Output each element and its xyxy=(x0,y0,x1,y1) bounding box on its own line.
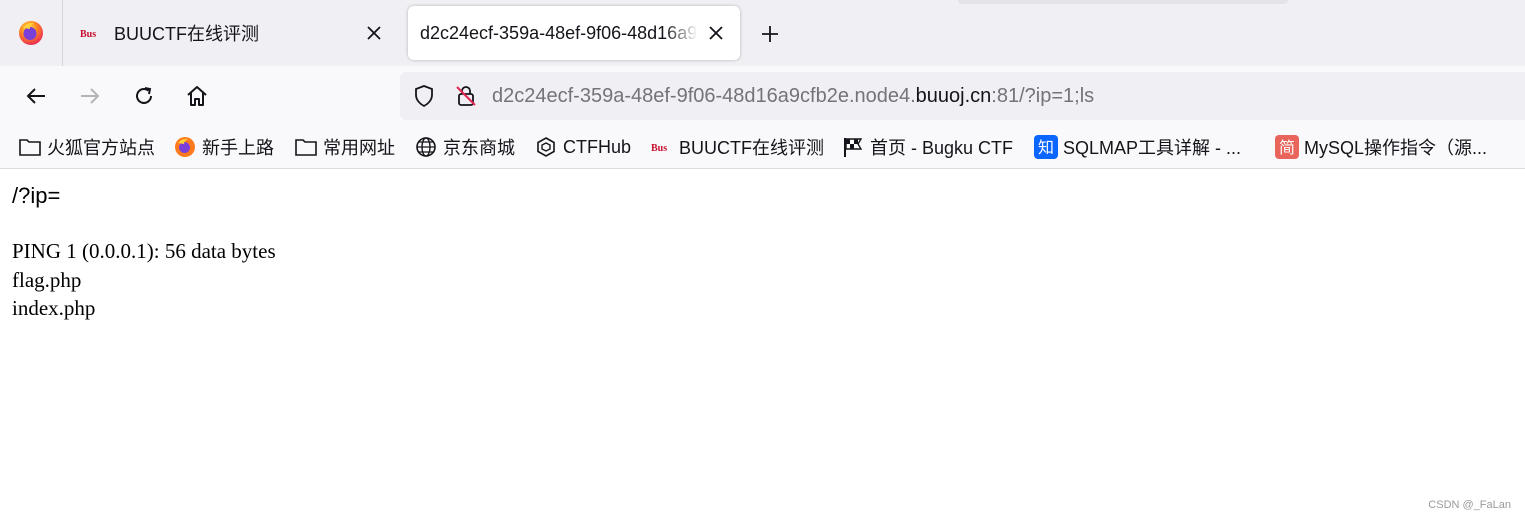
globe-icon xyxy=(414,135,438,159)
close-tab-icon[interactable] xyxy=(704,21,728,45)
page-content: /?ip= PING 1 (0.0.0.1): 56 data bytes fl… xyxy=(0,169,1525,519)
bookmark-label: BUUCTF在线评测 xyxy=(679,138,824,158)
insecure-lock-icon[interactable] xyxy=(454,84,478,108)
buuctf-logo-icon: Bus xyxy=(650,135,674,159)
bookmark-folder-firefox[interactable]: 火狐官方站点 xyxy=(18,134,155,160)
bookmark-getting-started[interactable]: 新手上路 xyxy=(173,134,274,160)
url-bar[interactable]: d2c24ecf-359a-48ef-9f06-48d16a9cfb2e.nod… xyxy=(400,72,1525,120)
firefox-icon xyxy=(173,135,197,159)
tab-strip: Bus BUUCTF在线评测 d2c24ecf-359a-48ef-9f06-4… xyxy=(0,0,1525,66)
bookmark-bugku[interactable]: 首页 - Bugku CTF xyxy=(841,134,1013,160)
forward-button[interactable] xyxy=(72,78,108,114)
bookmark-label: MySQL操作指令（源... xyxy=(1304,138,1488,158)
watermark: CSDN @_FaLan xyxy=(1428,499,1511,511)
output-line: index.php xyxy=(12,296,96,320)
close-tab-icon[interactable] xyxy=(362,21,386,45)
bookmark-label: 首页 - Bugku CTF xyxy=(870,138,1014,158)
arrow-right-icon xyxy=(81,88,100,104)
home-button[interactable] xyxy=(179,78,215,114)
output-line: PING 1 (0.0.0.1): 56 data bytes xyxy=(12,239,276,263)
bookmark-zhihu-sqlmap[interactable]: 知 SQLMAP工具详解 - ... xyxy=(1034,134,1241,160)
bookmark-jd[interactable]: 京东商城 xyxy=(414,134,515,160)
svg-text:简: 简 xyxy=(1279,138,1295,157)
bookmark-label: 京东商城 xyxy=(443,138,515,158)
bookmark-label: 新手上路 xyxy=(202,138,274,158)
command-output: PING 1 (0.0.0.1): 56 data bytes flag.php… xyxy=(12,237,276,323)
navigation-toolbar: d2c24ecf-359a-48ef-9f06-48d16a9cfb2e.nod… xyxy=(0,66,1525,126)
back-button[interactable] xyxy=(18,78,54,114)
arrow-left-icon xyxy=(26,88,45,104)
firefox-logo-icon xyxy=(19,21,43,45)
bookmark-buuctf[interactable]: Bus BUUCTF在线评测 xyxy=(650,134,824,160)
tab-buuctf[interactable]: Bus BUUCTF在线评测 xyxy=(66,6,398,60)
bookmark-label: 常用网址 xyxy=(323,138,395,158)
bookmark-folder-common[interactable]: 常用网址 xyxy=(294,134,395,160)
zhihu-icon: 知 xyxy=(1034,135,1058,159)
reload-button[interactable] xyxy=(126,78,162,114)
svg-text:Bus: Bus xyxy=(651,143,667,154)
tab-current-page[interactable]: d2c24ecf-359a-48ef-9f06-48d16a9cfb2e.nod… xyxy=(408,6,740,60)
page-heading: /?ip= xyxy=(12,183,61,208)
svg-text:Bus: Bus xyxy=(80,29,96,40)
url-text[interactable]: d2c24ecf-359a-48ef-9f06-48d16a9cfb2e.nod… xyxy=(492,85,1094,108)
tab-strip-shadow xyxy=(958,0,1288,4)
bookmarks-toolbar: 火狐官方站点 新手上路 常用网址 京东商城 CTFHub Bus BUUCTF在… xyxy=(0,126,1525,169)
new-tab-button[interactable] xyxy=(752,16,788,52)
flag-icon xyxy=(841,135,865,159)
jianshu-icon: 简 xyxy=(1275,135,1299,159)
svg-text:知: 知 xyxy=(1038,138,1054,157)
bookmark-ctfhub[interactable]: CTFHub xyxy=(534,134,631,160)
buuctf-logo-icon: Bus xyxy=(78,22,104,44)
home-icon xyxy=(187,86,207,106)
plus-icon xyxy=(762,26,778,42)
ctfhub-icon xyxy=(534,135,558,159)
bookmark-label: SQLMAP工具详解 - ... xyxy=(1063,138,1242,158)
firefox-view-button[interactable] xyxy=(0,0,62,66)
folder-icon xyxy=(18,135,42,159)
bookmark-label: 火狐官方站点 xyxy=(47,138,155,158)
tab-separator xyxy=(62,0,63,66)
output-line: flag.php xyxy=(12,267,82,292)
reload-icon xyxy=(136,87,152,104)
bookmark-label: CTFHub xyxy=(563,136,632,157)
tab-title: d2c24ecf-359a-48ef-9f06-48d16a9cfb2e.nod… xyxy=(420,22,698,43)
shield-icon[interactable] xyxy=(412,84,436,108)
tab-title: BUUCTF在线评测 xyxy=(114,24,259,44)
bookmark-jianshu-mysql[interactable]: 简 MySQL操作指令（源... xyxy=(1275,134,1487,160)
folder-icon xyxy=(294,135,318,159)
